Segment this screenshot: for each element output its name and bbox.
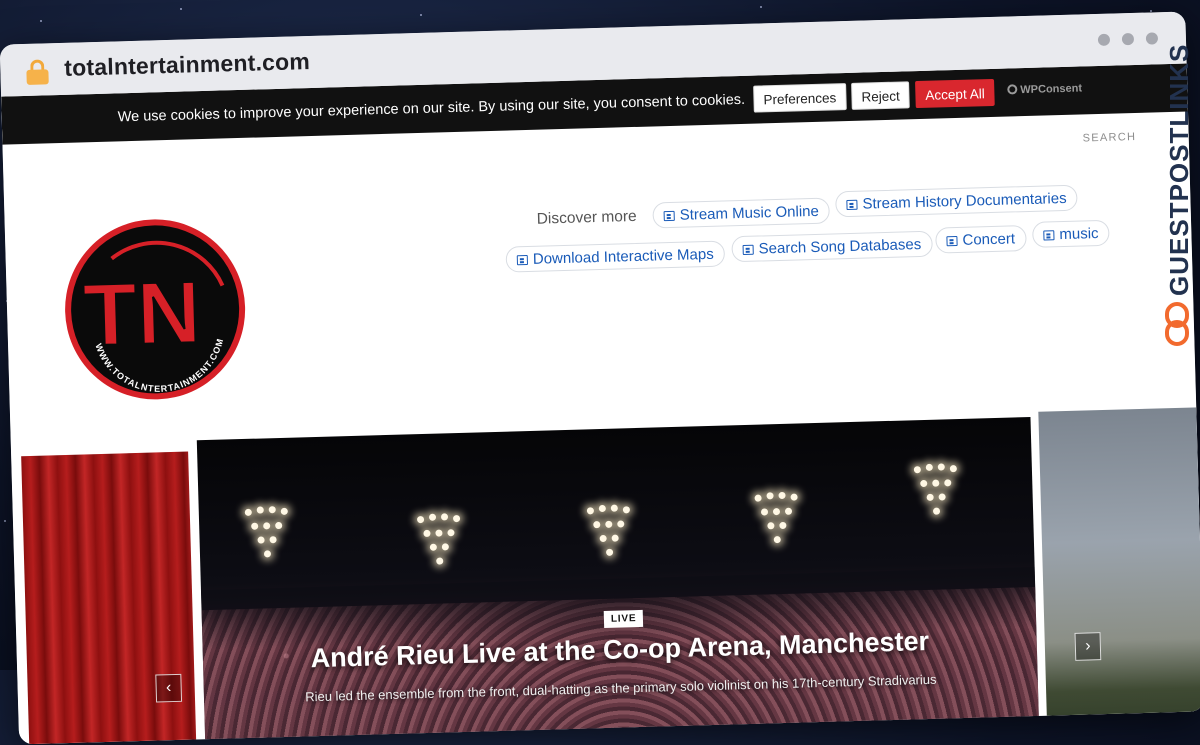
chandelier-image bbox=[416, 505, 477, 587]
lock-icon bbox=[26, 59, 49, 85]
window-controls bbox=[1097, 32, 1159, 46]
chip-concert[interactable]: Concert bbox=[935, 225, 1027, 254]
browser-window: totalntertainment.com We use cookies to … bbox=[0, 11, 1200, 745]
live-tag[interactable]: LIVE bbox=[603, 609, 644, 628]
chip-stream-music-online[interactable]: Stream Music Online bbox=[652, 197, 831, 229]
window-dot-icon[interactable] bbox=[1097, 33, 1111, 46]
search-result-icon bbox=[516, 254, 529, 266]
search-result-icon bbox=[1043, 230, 1055, 241]
chip-label: Concert bbox=[962, 230, 1016, 249]
window-dot-icon[interactable] bbox=[1121, 32, 1135, 46]
window-dot-icon[interactable] bbox=[1145, 32, 1159, 45]
link-icon bbox=[1165, 302, 1189, 346]
chip-label: music bbox=[1059, 225, 1099, 244]
chandelier-image bbox=[586, 496, 647, 578]
web-page: We use cookies to improve your experienc… bbox=[1, 63, 1200, 745]
chandelier-image bbox=[754, 483, 814, 565]
reject-button[interactable]: Reject bbox=[851, 81, 911, 110]
chip-label: Stream History Documentaries bbox=[862, 189, 1067, 213]
wpconsent-label: WPConsent bbox=[1020, 82, 1083, 97]
chip-download-interactive-maps[interactable]: Download Interactive Maps bbox=[505, 240, 726, 273]
address-bar[interactable]: totalntertainment.com bbox=[64, 48, 310, 82]
wpconsent-icon bbox=[1007, 84, 1018, 95]
chip-stream-history-documentaries[interactable]: Stream History Documentaries bbox=[835, 184, 1078, 218]
featured-slide[interactable]: LIVE André Rieu Live at the Co-op Arena,… bbox=[196, 417, 1040, 745]
chandelier-image bbox=[913, 455, 974, 537]
site-logo[interactable]: TN WWW.TOTALNTERTAINMENT.COM bbox=[61, 215, 250, 404]
chip-label: Download Interactive Maps bbox=[532, 245, 714, 268]
watermark-text: GUESTPOSTLINKS bbox=[1164, 43, 1194, 296]
accept-all-button[interactable]: Accept All bbox=[915, 78, 996, 109]
search-result-icon bbox=[742, 244, 754, 255]
cookie-message: We use cookies to improve your experienc… bbox=[117, 91, 746, 126]
discover-more-label: Discover more bbox=[536, 207, 637, 228]
chip-search-song-databases[interactable]: Search Song Databases bbox=[731, 230, 933, 263]
search-link[interactable]: SEARCH bbox=[1083, 131, 1137, 144]
wpconsent-logo: WPConsent bbox=[1007, 82, 1082, 96]
chip-music[interactable]: music bbox=[1032, 219, 1110, 248]
slide-previous-image[interactable]: ‹ bbox=[21, 451, 197, 745]
chevron-left-icon[interactable]: ‹ bbox=[155, 673, 183, 703]
search-result-icon bbox=[946, 235, 958, 247]
preferences-button[interactable]: Preferences bbox=[753, 83, 847, 113]
chip-label: Search Song Databases bbox=[758, 235, 922, 258]
search-result-icon bbox=[663, 210, 675, 222]
search-result-icon bbox=[846, 199, 858, 211]
chip-label: Stream Music Online bbox=[679, 202, 820, 224]
chandelier-image bbox=[244, 497, 304, 579]
slide-next-image[interactable]: › bbox=[1038, 407, 1200, 742]
chevron-right-icon[interactable]: › bbox=[1074, 632, 1102, 661]
guestpostlinks-watermark: GUESTPOSTLINKS bbox=[1160, 43, 1196, 356]
